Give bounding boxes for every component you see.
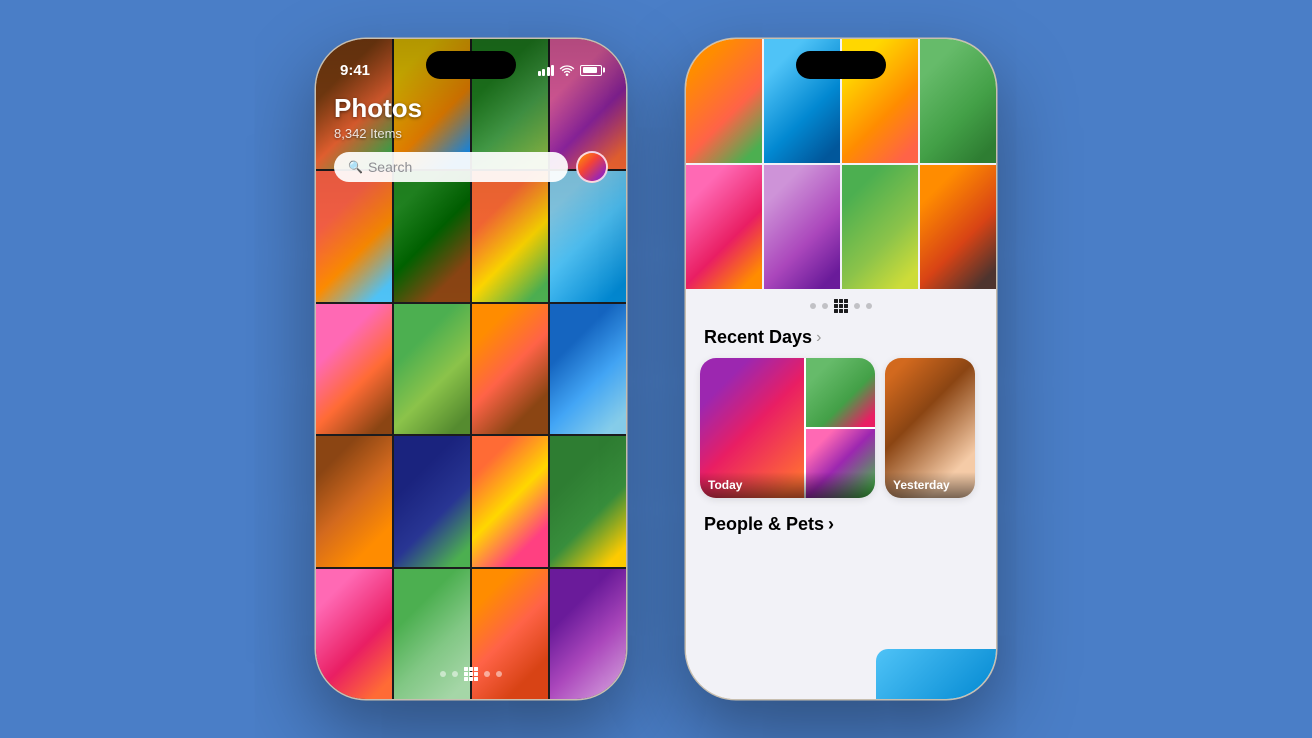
photos-toolbar: 🔍 Search xyxy=(334,151,608,183)
lib-dot-1[interactable] xyxy=(810,303,816,309)
today-label: Today xyxy=(700,472,875,498)
page-indicator xyxy=(316,667,626,681)
yesterday-card-inner: Yesterday xyxy=(885,358,975,498)
right-iphone: Recent Days › xyxy=(686,39,996,699)
yesterday-label: Yesterday xyxy=(885,472,975,498)
search-button[interactable]: 🔍 Search xyxy=(334,152,568,182)
grid-cell xyxy=(474,672,478,676)
today-card[interactable]: Today xyxy=(700,358,875,498)
lib-photo-5[interactable] xyxy=(686,165,762,289)
lib-grid-cell xyxy=(834,309,838,313)
page-dot-1[interactable] xyxy=(440,671,446,677)
avatar-image xyxy=(578,153,606,181)
user-avatar[interactable] xyxy=(576,151,608,183)
library-page-indicator xyxy=(686,289,996,323)
grid-cell xyxy=(474,677,478,681)
right-screen: Recent Days › xyxy=(686,39,996,699)
lib-grid-cell xyxy=(834,304,838,308)
lib-grid-cell xyxy=(844,309,848,313)
page-dot-2[interactable] xyxy=(452,671,458,677)
people-pets-header[interactable]: People & Pets › xyxy=(686,514,996,535)
lib-dot-5[interactable] xyxy=(866,303,872,309)
today-card-inner: Today xyxy=(700,358,875,498)
today-sub-photo-1 xyxy=(806,358,875,427)
grid-cell xyxy=(469,677,473,681)
people-pets-title: People & Pets › xyxy=(704,514,834,535)
search-icon: 🔍 xyxy=(348,160,363,174)
lib-grid-cell xyxy=(839,299,843,303)
recent-days-title: Recent Days xyxy=(704,327,812,348)
people-pets-preview[interactable] xyxy=(876,649,996,699)
recent-days-chevron-icon: › xyxy=(816,329,821,347)
lib-photo-4[interactable] xyxy=(920,39,996,163)
left-iphone: 9:41 Pho xyxy=(316,39,626,699)
lib-grid-cell xyxy=(844,304,848,308)
yesterday-card[interactable]: Yesterday xyxy=(885,358,975,498)
lib-photo-6[interactable] xyxy=(764,165,840,289)
grid-cell xyxy=(469,672,473,676)
library-content: Recent Days › xyxy=(686,289,996,699)
grid-cell xyxy=(474,667,478,671)
grid-cell xyxy=(469,667,473,671)
library-screen: Recent Days › xyxy=(686,39,996,699)
photos-header: Photos 8,342 Items 🔍 Search xyxy=(316,39,626,183)
people-pets-chevron-icon: › xyxy=(828,514,834,535)
photos-count: 8,342 Items xyxy=(334,126,608,141)
page-dot-5[interactable] xyxy=(496,671,502,677)
lib-photo-1[interactable] xyxy=(686,39,762,163)
page-dot-4[interactable] xyxy=(484,671,490,677)
lib-photo-7[interactable] xyxy=(842,165,918,289)
grid-cell xyxy=(464,667,468,671)
lib-photo-8[interactable] xyxy=(920,165,996,289)
recent-days-header[interactable]: Recent Days › xyxy=(686,323,996,358)
lib-grid-cell xyxy=(844,299,848,303)
lib-dot-grid-active[interactable] xyxy=(834,299,848,313)
grid-cell xyxy=(464,677,468,681)
dynamic-island-right xyxy=(796,51,886,79)
recent-days-row: Today Yesterday xyxy=(686,358,996,498)
photos-title: Photos xyxy=(334,93,608,124)
page-dot-grid-active[interactable] xyxy=(464,667,478,681)
left-screen: 9:41 Pho xyxy=(316,39,626,699)
lib-grid-cell xyxy=(834,299,838,303)
grid-cell xyxy=(464,672,468,676)
lib-dot-4[interactable] xyxy=(854,303,860,309)
search-label: Search xyxy=(368,159,412,175)
lib-grid-cell xyxy=(839,309,843,313)
lib-dot-2[interactable] xyxy=(822,303,828,309)
people-pets-label: People & Pets xyxy=(704,514,824,535)
lib-grid-cell xyxy=(839,304,843,308)
